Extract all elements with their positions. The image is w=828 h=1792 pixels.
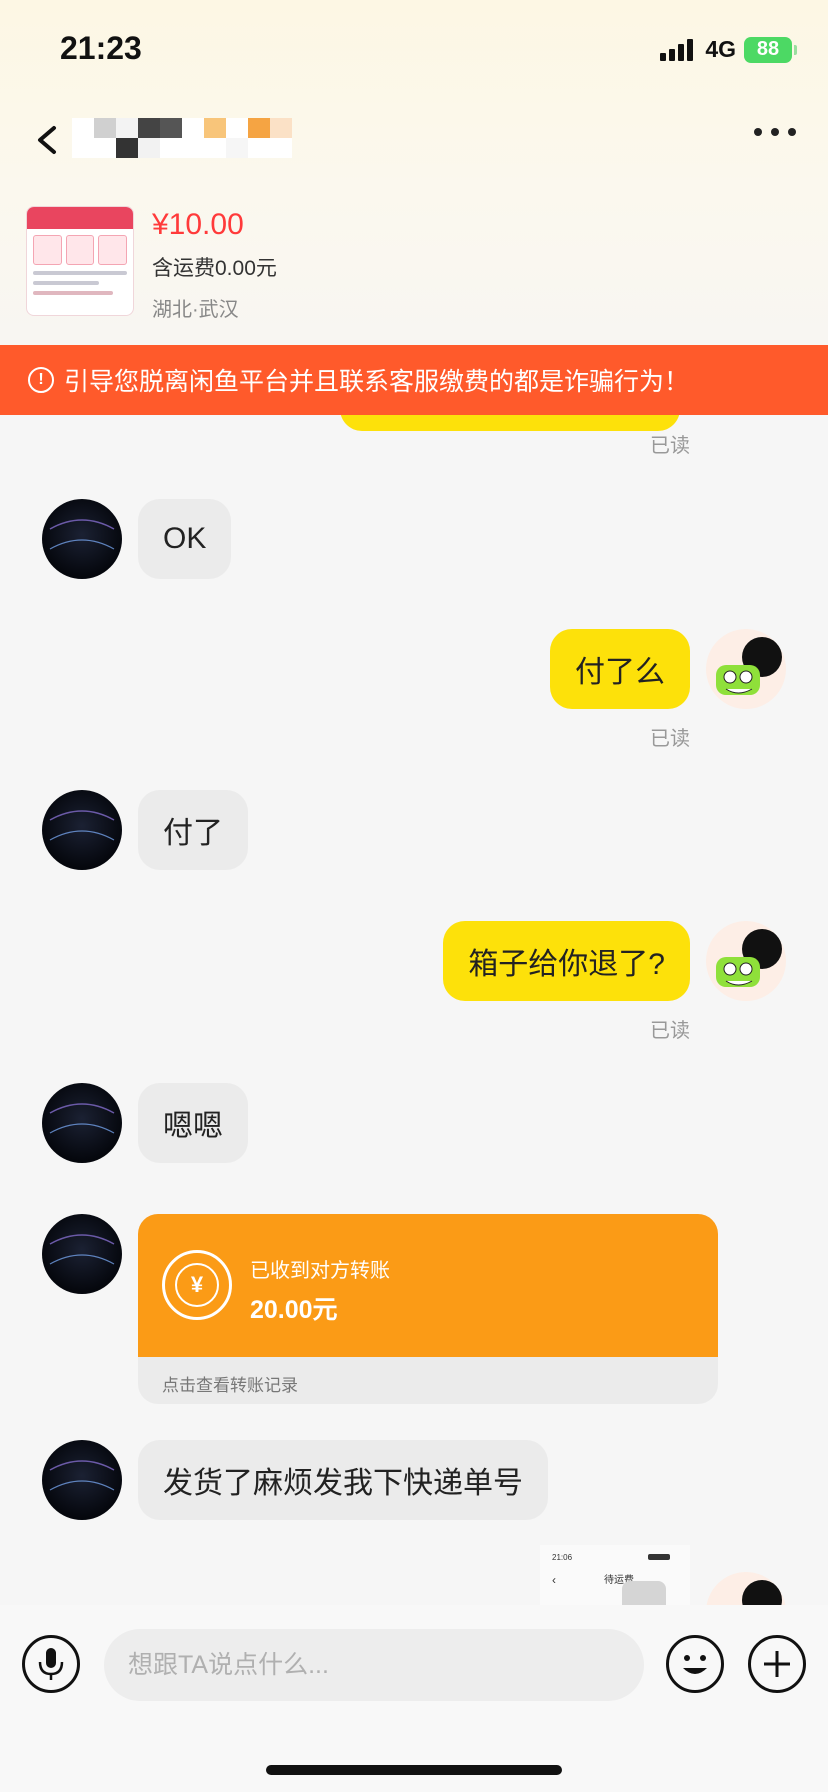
yuan-transfer-icon: ¥ — [162, 1250, 232, 1320]
transfer-record-link[interactable]: 点击查看转账记录 — [162, 1371, 298, 1396]
read-receipt: 已读 — [650, 1020, 690, 1042]
plus-icon — [764, 1651, 790, 1677]
back-icon[interactable] — [30, 120, 66, 160]
message-bubble-in[interactable]: 付了 — [138, 790, 248, 870]
warning-icon: ! — [28, 367, 54, 393]
transfer-title: 已收到对方转账 — [250, 1260, 390, 1282]
message-bubble-in[interactable]: 发货了麻烦发我下快递单号 — [138, 1440, 548, 1520]
warning-text: 引导您脱离闲鱼平台并且联系客服缴费的都是诈骗行为！ — [64, 368, 690, 396]
seller-avatar[interactable] — [42, 790, 122, 870]
read-receipt: 已读 — [650, 728, 690, 750]
voice-button[interactable] — [22, 1635, 80, 1693]
image-message-preview[interactable]: 21:06 ‹ 待运费 — [540, 1545, 690, 1605]
status-indicators: 4G 88 — [660, 36, 797, 63]
emoji-icon — [683, 1655, 707, 1674]
partial-outgoing-bubble — [340, 415, 680, 431]
message-bubble-out[interactable]: 箱子给你退了? — [443, 921, 690, 1001]
more-icon[interactable] — [754, 128, 796, 136]
plus-button[interactable] — [748, 1635, 806, 1693]
transfer-card[interactable]: ¥ 已收到对方转账 20.00元 点击查看转账记录 — [138, 1214, 718, 1404]
home-indicator — [266, 1765, 562, 1775]
my-avatar[interactable] — [706, 629, 786, 709]
emoji-button[interactable] — [666, 1635, 724, 1693]
product-price: ¥10.00 — [152, 208, 244, 241]
fraud-warning-banner: ! 引导您脱离闲鱼平台并且联系客服缴费的都是诈骗行为！ — [0, 345, 828, 415]
message-bubble-out[interactable]: 付了么 — [550, 629, 690, 709]
product-location: 湖北·武汉 — [152, 299, 239, 321]
image-label — [622, 1581, 666, 1605]
seller-avatar[interactable] — [42, 499, 122, 579]
message-input[interactable] — [104, 1629, 644, 1701]
status-time: 21:23 — [60, 30, 142, 66]
microphone-icon — [38, 1648, 64, 1680]
my-avatar[interactable] — [706, 1572, 786, 1605]
message-bubble-in[interactable]: 嗯嗯 — [138, 1083, 248, 1163]
signal-icon — [660, 38, 694, 61]
product-shipping: 含运费0.00元 — [152, 257, 277, 280]
read-receipt: 已读 — [650, 435, 690, 457]
chat-messages[interactable]: 已读 OK 付了么 已读 付了 箱子给你退了? 已读 嗯嗯 ¥ 已收到对方转账 … — [0, 415, 828, 1605]
message-bubble-in[interactable]: OK — [138, 499, 232, 579]
network-type: 4G — [705, 36, 736, 62]
seller-avatar[interactable] — [42, 1440, 122, 1520]
product-thumbnail[interactable] — [26, 206, 134, 316]
seller-avatar[interactable] — [42, 1214, 122, 1294]
battery-icon: 88 — [744, 36, 797, 63]
input-bar — [0, 1605, 828, 1792]
seller-name-mosaic — [72, 118, 292, 158]
seller-avatar[interactable] — [42, 1083, 122, 1163]
my-avatar[interactable] — [706, 921, 786, 1001]
transfer-amount: 20.00元 — [250, 1296, 338, 1324]
chat-header: 21:23 4G 88 ¥10.00 含运费0.00元 湖北·武汉 — [0, 0, 828, 345]
battery-level: 88 — [756, 38, 780, 60]
